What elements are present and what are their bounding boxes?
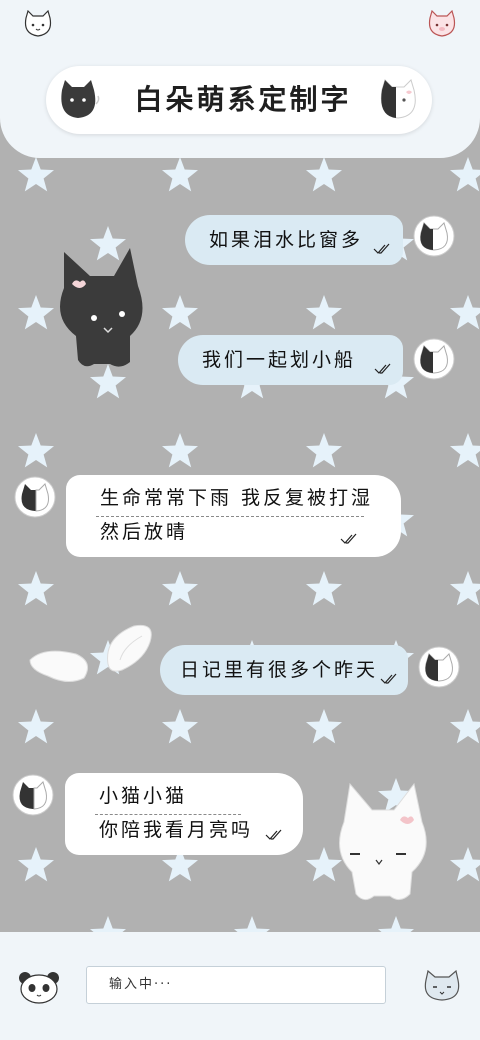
panda-emoji-icon[interactable] [18,970,60,1004]
cat-face-icon[interactable] [22,10,54,38]
cat-sticker-icon[interactable] [422,970,462,1002]
avatar[interactable] [12,774,54,816]
avatar[interactable] [413,215,455,257]
double-check-icon [373,243,390,254]
message-bubble-3[interactable]: 生命常常下雨 我反复被打湿 然后放晴 [66,475,401,557]
pink-cat-face-icon[interactable] [426,10,458,38]
black-cat-sticker [60,248,143,367]
message-text: 我们一起划小船 [202,349,357,371]
input-bar: 输入中··· [0,932,480,1040]
message-input[interactable]: 输入中··· [86,966,386,1004]
message-text: 日记里有很多个昨天 [180,659,379,681]
white-cat-sticker [339,782,427,900]
message-text: 然后放晴 [100,521,189,543]
message-text: 生命常常下雨 我反复被打湿 [100,487,374,509]
avatar[interactable] [418,646,460,688]
double-check-icon [380,673,397,684]
header-bar: 白朵萌系定制字 [0,0,480,158]
message-text: 你陪我看月亮吗 [99,819,254,841]
angel-wings-sticker [29,624,152,682]
avatar[interactable] [413,338,455,380]
message-bubble-1[interactable]: 如果泪水比窗多 [185,215,403,265]
avatar[interactable] [14,476,56,518]
message-bubble-4[interactable]: 日记里有很多个昨天 [160,645,408,695]
double-check-icon [340,533,357,544]
title-banner: 白朵萌系定制字 [46,66,432,134]
message-bubble-2[interactable]: 我们一起划小船 [178,335,403,385]
message-bubble-5[interactable]: 小猫小猫 你陪我看月亮吗 [65,773,303,855]
double-check-icon [374,363,391,374]
half-cat-icon [380,79,416,119]
black-cat-icon [61,80,100,118]
input-placeholder: 输入中··· [109,977,173,992]
double-check-icon [265,829,282,840]
message-text: 小猫小猫 [99,785,188,807]
page-title: 白朵萌系定制字 [134,83,352,116]
message-text: 如果泪水比窗多 [209,229,364,251]
